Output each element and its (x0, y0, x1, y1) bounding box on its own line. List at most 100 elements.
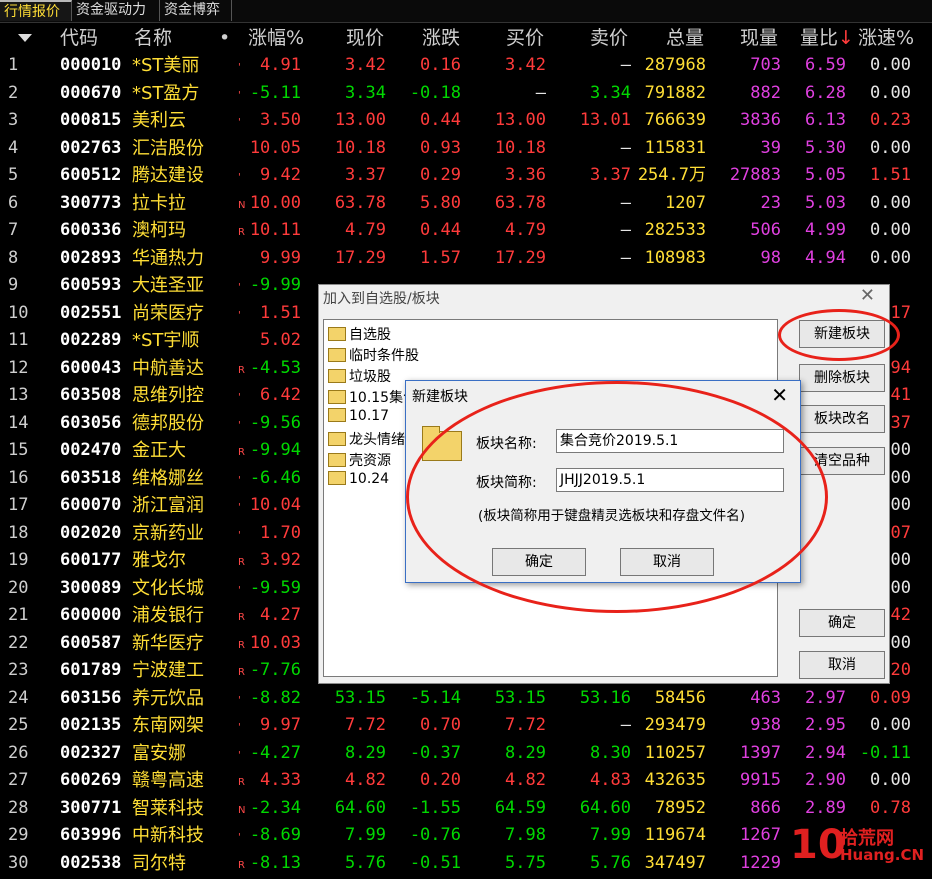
cell-pct: -9.56 (249, 412, 301, 433)
cell-ask: 3.37 (590, 165, 631, 185)
col-vol-ratio[interactable]: 量比 (800, 24, 838, 52)
table-row[interactable]: 1 000010 *ST美丽 ' 4.91 3.42 0.16 3.42 — 287968 703 6… (0, 52, 932, 80)
rename-block-button[interactable]: 板块改名 (799, 405, 885, 433)
cell-pct: 4.27 (260, 605, 301, 625)
row-number: 1 (8, 55, 19, 75)
table-row[interactable]: 2 000670 *ST盈方 ' -5.11 3.34 -0.18 — 3.34 791882 88… (0, 80, 932, 108)
col-code[interactable]: 代码 (60, 24, 98, 52)
col-cur-vol[interactable]: 现量 (740, 24, 778, 52)
cell-speed: 0.23 (870, 110, 911, 130)
folder-icon (328, 369, 346, 383)
row-number: 14 (8, 412, 29, 433)
tab-quotes[interactable]: 行情报价 (0, 0, 72, 21)
cell-price: 64.60 (334, 797, 386, 818)
cell-ask: — (620, 137, 631, 158)
col-ask[interactable]: 卖价 (590, 24, 628, 52)
cell-pct: 10.04 (249, 495, 301, 515)
block-list-item[interactable]: 临时条件股 (328, 345, 419, 365)
table-row[interactable]: 27 600269 赣粤高速 R 4.33 4.82 0.20 4.82 4.83 432635 9… (0, 767, 932, 795)
stock-code: 600000 (60, 605, 122, 625)
close-icon[interactable]: ✕ (771, 383, 788, 407)
dialog-title: 加入到自选股/板块 (323, 291, 440, 307)
table-row[interactable]: 7 600336 澳柯玛 R 10.11 4.79 0.44 4.79 — 282533 506 4.… (0, 217, 932, 245)
stock-code: 603508 (60, 385, 122, 405)
block-list-item[interactable]: 龙头情绪 (328, 429, 405, 449)
stock-flag: ' (238, 62, 241, 73)
cell-chg: -0.51 (409, 852, 461, 873)
col-price[interactable]: 现价 (346, 24, 384, 52)
cell-vol: 254.7万 (637, 165, 706, 185)
stock-flag: ' (238, 749, 241, 761)
cell-pct: 10.03 (249, 632, 301, 653)
row-number: 2 (8, 82, 19, 103)
row-number: 29 (8, 825, 29, 845)
table-row[interactable]: 5 600512 腾达建设 ' 9.42 3.37 0.29 3.36 3.37 254.7万 27… (0, 162, 932, 190)
cell-pct: -6.46 (249, 467, 301, 488)
row-number: 15 (8, 440, 29, 460)
col-change-pct[interactable]: 涨幅% (248, 24, 304, 52)
stock-flag: N (238, 199, 246, 211)
delete-block-button[interactable]: 删除板块 (799, 364, 885, 392)
folder-icon (328, 408, 346, 422)
cell-pct: 4.33 (260, 770, 301, 790)
block-list-item[interactable]: 壳资源 (328, 450, 391, 470)
ok-button[interactable]: 确定 (799, 609, 885, 637)
table-row[interactable]: 4 002763 汇洁股份 10.05 10.18 0.93 10.18 — 115831 39 5… (0, 135, 932, 163)
cell-bid: 17.29 (494, 247, 546, 268)
block-list-item[interactable]: 10.15集合 (328, 387, 417, 407)
watermark-url: Huang.CN (840, 846, 925, 864)
stock-flag: ' (238, 392, 241, 403)
tab-fund-drive[interactable]: 资金驱动力 (72, 0, 160, 21)
cell-bid: 4.82 (505, 770, 546, 790)
table-row[interactable]: 6 300773 拉卡拉 N 10.00 63.78 5.80 63.78 — 1207 23 5.0… (0, 190, 932, 218)
table-row[interactable]: 26 002327 富安娜 ' -4.27 8.29 -0.37 8.29 8.30 110257… (0, 740, 932, 768)
cell-chg: -1.55 (409, 797, 461, 818)
cell-chg: 0.44 (420, 220, 461, 240)
table-row[interactable]: 28 300771 智莱科技 N -2.34 64.60 -1.55 64.59 64.60 78… (0, 795, 932, 823)
cell-pct: 10.00 (249, 192, 301, 213)
cell-vol: 282533 (644, 220, 706, 240)
cell-price: 5.76 (345, 852, 386, 873)
cell-ask: 13.01 (579, 110, 631, 130)
cell-speed: 00 (890, 550, 911, 570)
cell-pct: -4.53 (249, 357, 301, 378)
stock-code: 600336 (60, 220, 122, 240)
table-row[interactable]: 3 000815 美利云 ' 3.50 13.00 0.44 13.00 13.01 766639… (0, 107, 932, 135)
cell-cur: 463 (750, 687, 781, 708)
block-list-item[interactable]: 10.17 (328, 408, 389, 428)
block-list-label: 龙头情绪 (349, 432, 405, 448)
table-row[interactable]: 8 002893 华通热力 9.99 17.29 1.57 17.29 — 108983 98 4.… (0, 245, 932, 273)
row-number: 21 (8, 605, 29, 625)
row-number: 24 (8, 687, 29, 708)
block-list-item[interactable]: 自选股 (328, 324, 391, 344)
cancel-button[interactable]: 取消 (799, 651, 885, 679)
block-list-item[interactable]: 10.24 (328, 471, 389, 491)
col-name[interactable]: 名称 (134, 24, 172, 52)
cell-pct: -2.34 (249, 797, 301, 818)
stock-name: 尚荣医疗 (132, 302, 204, 324)
cell-ratio: 2.97 (805, 687, 846, 708)
tab-fund-game[interactable]: 资金博弈 (160, 0, 232, 21)
cell-chg: -0.76 (409, 825, 461, 845)
cell-speed: 00 (890, 577, 911, 598)
stock-code: 300089 (60, 577, 122, 598)
block-list-item[interactable]: 垃圾股 (328, 366, 391, 386)
cell-vol: 432635 (644, 770, 706, 790)
highlight-circle-new-button (778, 309, 900, 361)
stock-name: 东南网架 (132, 715, 204, 736)
cell-pct: 6.42 (260, 385, 301, 405)
cell-chg: -5.14 (409, 687, 461, 708)
stock-name: 司尔特 (132, 852, 186, 874)
cell-speed: 00 (890, 440, 911, 460)
cell-pct: 9.97 (260, 715, 301, 735)
col-speed[interactable]: 涨速% (858, 24, 914, 52)
cell-ratio: 4.99 (805, 220, 846, 240)
col-bid[interactable]: 买价 (506, 24, 544, 52)
close-icon[interactable]: ✕ (860, 285, 875, 306)
cell-price: 7.99 (345, 825, 386, 845)
col-volume[interactable]: 总量 (666, 24, 704, 52)
table-row[interactable]: 25 002135 东南网架 ' 9.97 7.72 0.70 7.72 — 293479 938 2… (0, 712, 932, 740)
table-row[interactable]: 24 603156 养元饮品 ' -8.82 53.15 -5.14 53.15 53.16 58… (0, 685, 932, 713)
stock-flag: ' (238, 474, 241, 486)
col-change[interactable]: 涨跌 (422, 24, 460, 52)
